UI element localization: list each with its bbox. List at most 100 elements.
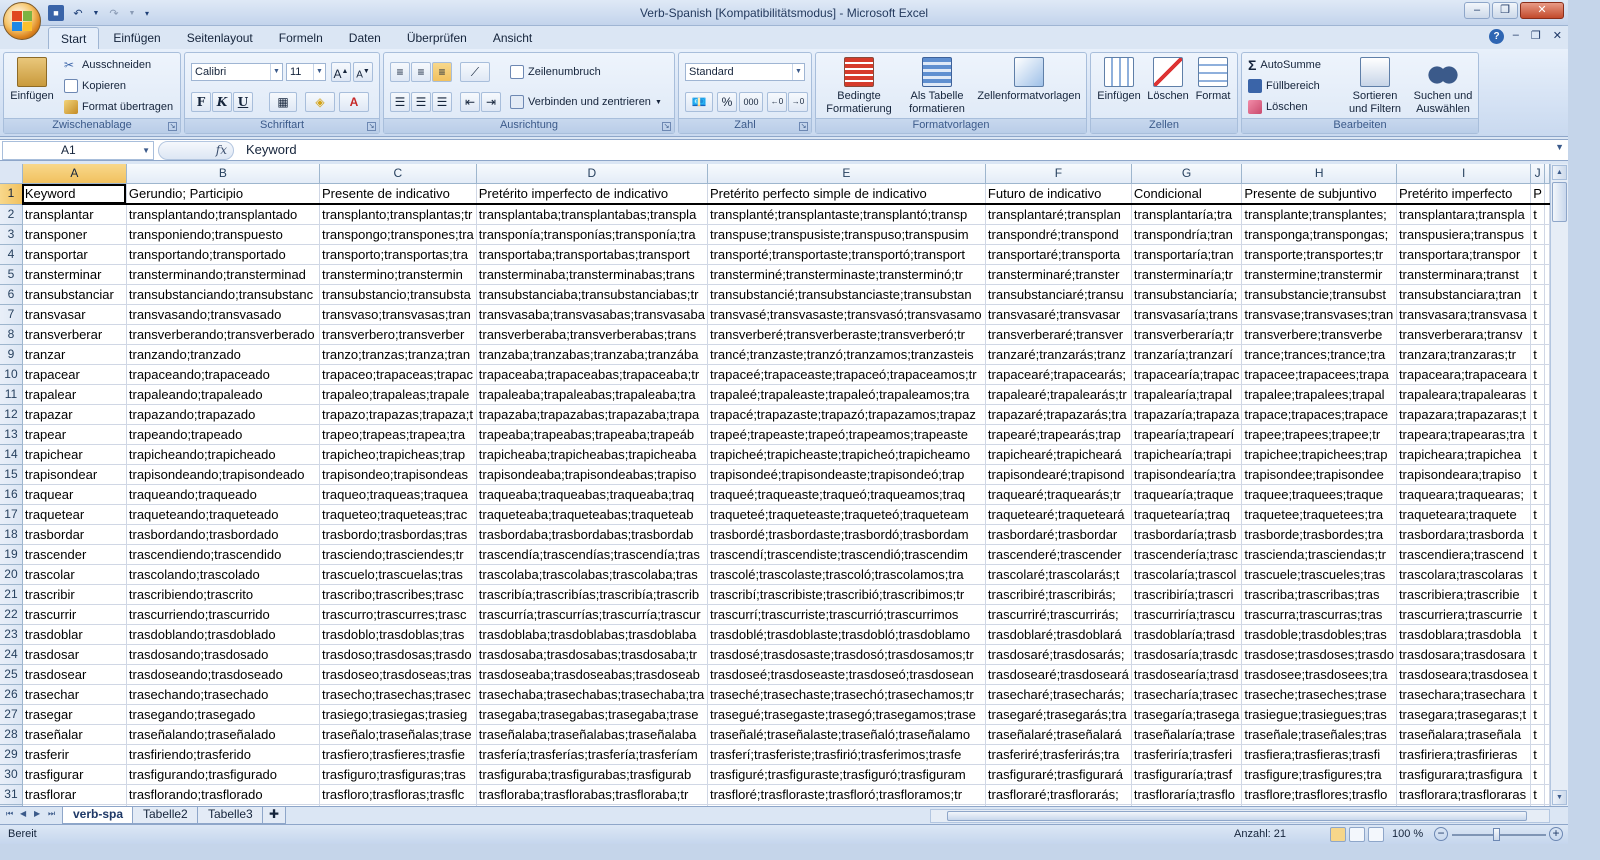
help-icon[interactable]: ? (1489, 29, 1504, 44)
insert-sheet-icon[interactable]: ✚ (262, 807, 287, 824)
cell[interactable]: trascendiera;trascend (1396, 544, 1532, 566)
insert-function-icon[interactable]: fx (158, 141, 234, 160)
increase-indent-icon[interactable]: ⇥ (481, 92, 501, 112)
cell[interactable]: trascolaría;trascol (1131, 564, 1243, 586)
page-layout-view-icon[interactable] (1349, 827, 1365, 842)
cell[interactable]: trasfigurara;trasfigura (1396, 764, 1532, 786)
cell[interactable]: trasiegue;trasiegues;tras (1241, 704, 1397, 726)
cell[interactable]: traquee;traquees;traque (1241, 484, 1397, 506)
cell[interactable]: trascribía;trascribías;trascribía;trascr… (476, 584, 708, 606)
cell[interactable]: trasiego;trasiegas;trasieg (319, 704, 477, 726)
cell[interactable]: transvasara;transvasa (1396, 304, 1532, 326)
horizontal-scroll-thumb[interactable] (947, 811, 1527, 821)
scroll-down-icon[interactable]: ▼ (1552, 790, 1567, 805)
cell[interactable]: tranzara;tranzaras;tr (1396, 344, 1532, 366)
cell[interactable]: traseché;trasechaste;trasechó;trasechamo… (707, 684, 986, 706)
cell[interactable]: trasegara;trasegaras;t (1396, 704, 1532, 726)
cell[interactable]: t (1530, 604, 1545, 626)
cell[interactable]: trapacé;trapazaste;trapazó;trapazamos;tr… (707, 404, 986, 426)
cell[interactable]: trascurrir (22, 604, 127, 626)
cell[interactable]: trapichear (22, 444, 127, 466)
cell[interactable]: trascolaré;trascolarás;t (985, 564, 1132, 586)
cell[interactable]: trascurra;trascurras;tras (1241, 604, 1397, 626)
cell[interactable]: trasfloré;trasfloraste;trasfloró;trasflo… (707, 784, 986, 806)
row-header[interactable]: 29 (0, 744, 23, 766)
cell[interactable]: t (1530, 504, 1545, 526)
vertical-scrollbar[interactable]: ▲ ▼ (1550, 164, 1568, 806)
cell[interactable]: traseñalando;traseñalado (126, 724, 320, 746)
row-header[interactable]: 11 (0, 384, 23, 406)
cell[interactable]: trapacee;trapacees;trapa (1241, 364, 1397, 386)
conditional-formatting-button[interactable]: Bedingte Formatierung (820, 57, 898, 116)
thousands-button[interactable]: 000 (739, 92, 763, 112)
cell[interactable]: trascurro;trascurres;trasc (319, 604, 477, 626)
next-sheet-icon[interactable]: ▶ (34, 809, 40, 818)
cell[interactable]: transverberando;transverberado (126, 324, 320, 346)
cell[interactable]: transpondría;tran (1131, 224, 1243, 246)
column-header-g[interactable]: G (1131, 164, 1243, 185)
cell[interactable]: trasdoblaré;trasdoblará (985, 624, 1132, 646)
cell[interactable]: trasegué;trasegaste;trasegó;trasegamos;t… (707, 704, 986, 726)
row-header[interactable]: 31 (0, 784, 23, 806)
cell[interactable]: trasciendo;trasciendes;tr (319, 544, 477, 566)
row-header[interactable]: 10 (0, 364, 23, 386)
orientation-icon[interactable]: ⟋ (460, 62, 490, 82)
cell[interactable]: transpongo;transpones;tra (319, 224, 477, 246)
row-header[interactable]: 5 (0, 264, 23, 286)
tab-formulas[interactable]: Formeln (267, 27, 335, 49)
cell[interactable]: trasfiguraría;trasf (1131, 764, 1243, 786)
cell[interactable]: trasdoble;trasdobles;tras (1241, 624, 1397, 646)
cell[interactable]: trapazar (22, 404, 127, 426)
cell[interactable]: trasferí;trasferiste;trasfirió;trasferim… (707, 744, 986, 766)
cell[interactable]: transvasaré;transvasar (985, 304, 1132, 326)
cell[interactable]: transterminaría;tr (1131, 264, 1243, 286)
cell[interactable]: traqueteando;traqueteado (126, 504, 320, 526)
row-header[interactable]: 9 (0, 344, 23, 366)
cell[interactable]: trapear (22, 424, 127, 446)
format-cells-button[interactable]: Format (1191, 57, 1235, 103)
cell-styles-button[interactable]: Zellenformatvorlagen (974, 57, 1084, 103)
cell[interactable]: t (1530, 344, 1545, 366)
cell[interactable]: transverberar (22, 324, 127, 346)
cell[interactable]: trascolé;trascolaste;trascoló;trascolamo… (707, 564, 986, 586)
cell[interactable]: trapacear (22, 364, 127, 386)
cell[interactable]: transvase;transvases;tran (1241, 304, 1397, 326)
cell[interactable]: trapicheaba;trapicheabas;trapicheaba (476, 444, 708, 466)
cell[interactable]: transtermino;transtermin (319, 264, 477, 286)
cell[interactable]: trasdosear (22, 664, 127, 686)
cell[interactable]: trasfigurar (22, 764, 127, 786)
row-header[interactable]: 28 (0, 724, 23, 746)
cell[interactable]: trasdose;trasdoses;trasdo (1241, 644, 1397, 666)
cell[interactable]: trasfiguro;trasfiguras;tras (319, 764, 477, 786)
cell[interactable]: trasferiría;trasferi (1131, 744, 1243, 766)
cell[interactable]: transubstanciando;transubstanc (126, 284, 320, 306)
cell[interactable]: trasechando;trasechado (126, 684, 320, 706)
cell[interactable]: t (1530, 524, 1545, 546)
office-button[interactable] (3, 2, 41, 40)
cell[interactable]: trapace;trapaces;trapace (1241, 404, 1397, 426)
cell[interactable]: trapisondearía;tra (1131, 464, 1243, 486)
cell[interactable]: transporte;transportes;tr (1241, 244, 1397, 266)
cell[interactable]: trascolar (22, 564, 127, 586)
cell[interactable]: trascurriera;trascurrie (1396, 604, 1532, 626)
cell[interactable]: trasegar (22, 704, 127, 726)
cell[interactable]: tranzando;tranzado (126, 344, 320, 366)
cell[interactable]: trasdoseara;trasdosea (1396, 664, 1532, 686)
vertical-scroll-thumb[interactable] (1552, 182, 1567, 222)
row-header[interactable]: 16 (0, 484, 23, 506)
cell[interactable]: t (1530, 444, 1545, 466)
cell[interactable]: transplantaba;transplantabas;transpla (476, 204, 708, 226)
cell[interactable]: transplanto;transplantas;tr (319, 204, 477, 226)
cell[interactable]: trancé;tranzaste;tranzó;tranzamos;tranza… (707, 344, 986, 366)
cell[interactable]: transporto;transportas;tra (319, 244, 477, 266)
column-header-e[interactable]: E (707, 164, 986, 185)
cell[interactable]: t (1530, 484, 1545, 506)
row-header[interactable]: 25 (0, 664, 23, 686)
cell[interactable]: trasbordar (22, 524, 127, 546)
cell[interactable]: trapicheé;trapicheaste;trapicheó;trapich… (707, 444, 986, 466)
underline-button[interactable]: U (233, 92, 253, 112)
cell[interactable]: trapeo;trapeas;trapea;tra (319, 424, 477, 446)
first-sheet-icon[interactable]: ⏮ (6, 809, 13, 819)
cell[interactable]: trapisondee;trapisondee (1241, 464, 1397, 486)
clipboard-launcher-icon[interactable]: ↘ (168, 122, 177, 131)
